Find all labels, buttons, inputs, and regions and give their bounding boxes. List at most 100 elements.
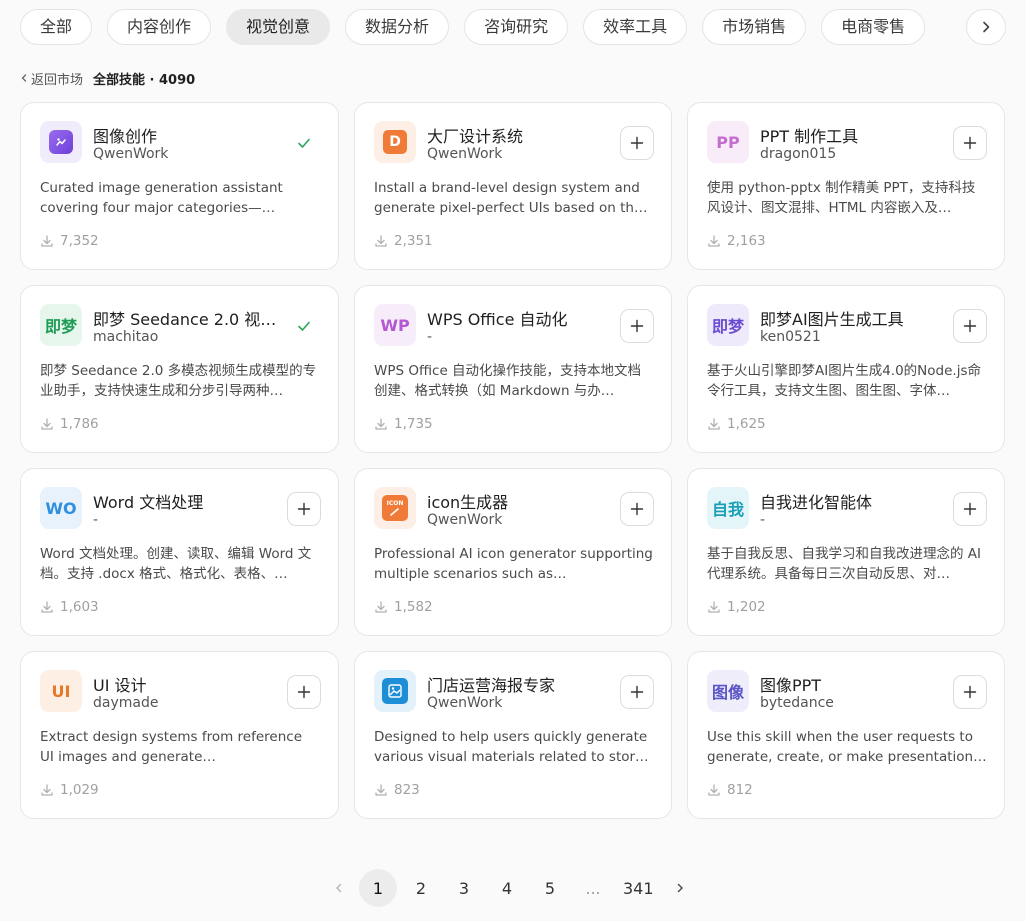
download-count: 1,582	[374, 599, 433, 615]
add-skill-button[interactable]	[620, 675, 654, 709]
skill-description: 基于火山引擎即梦AI图片生成4.0的Node.js命令行工具，支持文生图、图生图…	[707, 363, 981, 399]
ui-design-icon: UI	[40, 670, 82, 712]
skill-description: Use this skill when the user requests to…	[707, 729, 987, 765]
chevron-left-icon	[336, 883, 342, 893]
download-count-value: 1,582	[394, 599, 433, 615]
skill-name: WPS Office 自动化	[427, 310, 568, 329]
wps-icon: WP	[374, 304, 416, 346]
skill-card[interactable]: 即梦 即梦 Seedance 2.0 视… machitao 即梦 Seedance …	[20, 285, 339, 453]
plus-icon	[297, 685, 311, 699]
tab-productivity[interactable]: 效率工具	[583, 9, 688, 45]
page-button[interactable]: 5	[531, 869, 569, 907]
add-skill-button[interactable]	[953, 309, 987, 343]
page-button[interactable]: 4	[488, 869, 526, 907]
add-skill-button[interactable]	[953, 492, 987, 526]
download-count-value: 2,163	[727, 233, 766, 249]
plus-icon	[963, 319, 977, 333]
word-icon: WO	[40, 487, 82, 529]
check-icon	[298, 138, 310, 148]
download-count: 812	[707, 782, 753, 798]
download-count-value: 1,029	[60, 782, 99, 798]
skill-grid: 图像创作 QwenWork Curated image generation ass…	[20, 102, 1005, 819]
skill-card[interactable]: ICON icon生成器 QwenWork Professional AI icon …	[354, 468, 672, 636]
tab-visual-creative[interactable]: 视觉创意	[226, 9, 331, 45]
page-button[interactable]: 3	[445, 869, 483, 907]
back-to-market-link[interactable]: 返回市场	[20, 69, 83, 88]
chevron-right-icon	[677, 883, 683, 893]
prev-page-button[interactable]	[324, 869, 354, 907]
add-skill-button[interactable]	[620, 126, 654, 160]
skill-name: 大厂设计系统	[427, 127, 524, 146]
jimeng-image-icon: 即梦	[707, 304, 749, 346]
download-count-value: 1,202	[727, 599, 766, 615]
tabs-fade	[926, 9, 966, 45]
image-gen-icon	[40, 121, 82, 163]
tab-data-analysis[interactable]: 数据分析	[345, 9, 450, 45]
skill-name: 图像PPT	[760, 676, 822, 695]
skill-author: -	[760, 512, 766, 528]
skill-card[interactable]: WO Word 文档处理 - Word 文档处理。创建、读取、编辑 Word 文档。支…	[20, 468, 339, 636]
skill-author: QwenWork	[427, 512, 503, 528]
skill-description: WPS Office 自动化操作技能，支持本地文档创建、格式转换（如 Markd…	[374, 363, 642, 399]
page-button[interactable]: 2	[402, 869, 440, 907]
tab-content-creation[interactable]: 内容创作	[107, 9, 212, 45]
skill-description: Curated image generation assistant cover…	[40, 180, 283, 216]
jimeng-icon: 即梦	[40, 304, 82, 346]
poster-icon	[374, 670, 416, 712]
tabs-scroll-right-button[interactable]	[966, 9, 1006, 45]
chevron-right-icon	[983, 21, 990, 33]
download-count: 1,735	[374, 416, 433, 432]
tab-marketing-sales[interactable]: 市场销售	[702, 9, 807, 45]
skill-name: 自我进化智能体	[760, 493, 873, 512]
skill-card[interactable]: PP PPT 制作工具 dragon015 使用 python-pptx 制作精美 P…	[687, 102, 1005, 270]
page-button[interactable]: 341	[617, 869, 660, 907]
page-ellipsis: ...	[585, 878, 601, 898]
add-skill-button[interactable]	[620, 309, 654, 343]
plus-icon	[963, 136, 977, 150]
download-count-value: 1,625	[727, 416, 766, 432]
download-icon	[708, 235, 720, 247]
back-label: 返回市场	[31, 72, 84, 88]
download-count: 1,603	[40, 599, 99, 615]
skill-author: QwenWork	[93, 146, 169, 162]
add-skill-button[interactable]	[287, 675, 321, 709]
download-count-value: 823	[394, 782, 420, 798]
tab-ecommerce-retail[interactable]: 电商零售	[821, 9, 926, 45]
download-count: 1,029	[40, 782, 99, 798]
add-skill-button[interactable]	[953, 675, 987, 709]
skill-author: ken0521	[760, 329, 821, 345]
skill-card[interactable]: 自我 自我进化智能体 - 基于自我反思、自我学习和自我改进理念的 AI 代理系统。具备…	[687, 468, 1005, 636]
page-button[interactable]: 1	[359, 869, 397, 907]
download-count: 1,625	[707, 416, 766, 432]
tab-consulting-research[interactable]: 咨询研究	[464, 9, 569, 45]
skill-card[interactable]: 图像 图像PPT bytedance Use this skill when the …	[687, 651, 1005, 819]
breadcrumb: 返回市场 全部技能 · 4090	[20, 68, 195, 88]
next-page-button[interactable]	[665, 869, 695, 907]
add-skill-button[interactable]	[620, 492, 654, 526]
plus-icon	[963, 502, 977, 516]
skill-name: 门店运营海报专家	[427, 676, 556, 695]
download-icon	[375, 784, 387, 796]
download-icon	[375, 235, 387, 247]
skill-name: Word 文档处理	[93, 493, 204, 512]
skill-name: 图像创作	[93, 127, 158, 146]
skill-card[interactable]: WP WPS Office 自动化 - WPS Office 自动化操作技能，支持本地…	[354, 285, 672, 453]
download-icon	[375, 418, 387, 430]
download-count-value: 2,351	[394, 233, 433, 249]
skill-card[interactable]: 图像创作 QwenWork Curated image generation ass…	[20, 102, 339, 270]
skill-card[interactable]: D 大厂设计系统 QwenWork Install a brand-level des…	[354, 102, 672, 270]
tab-all[interactable]: 全部	[20, 9, 93, 45]
skill-description: Extract design systems from reference UI…	[40, 729, 303, 765]
plus-icon	[630, 685, 644, 699]
skill-description: Designed to help users quickly generate …	[374, 729, 649, 765]
skill-card[interactable]: 即梦 即梦AI图片生成工具 ken0521 基于火山引擎即梦AI图片生成4.0的Nod…	[687, 285, 1005, 453]
skill-card[interactable]: UI UI 设计 daymade Extract design systems fro…	[20, 651, 339, 819]
skill-name: UI 设计	[93, 676, 147, 695]
skill-card[interactable]: 门店运营海报专家 QwenWork Designed to help users q…	[354, 651, 672, 819]
skill-name: 即梦AI图片生成工具	[760, 310, 904, 329]
download-count: 1,786	[40, 416, 99, 432]
add-skill-button[interactable]	[287, 492, 321, 526]
add-skill-button[interactable]	[953, 126, 987, 160]
skill-description: Install a brand-level design system and …	[374, 180, 648, 216]
skill-description: 即梦 Seedance 2.0 多模态视频生成模型的专业助手，支持快速生成和分步…	[40, 363, 317, 399]
